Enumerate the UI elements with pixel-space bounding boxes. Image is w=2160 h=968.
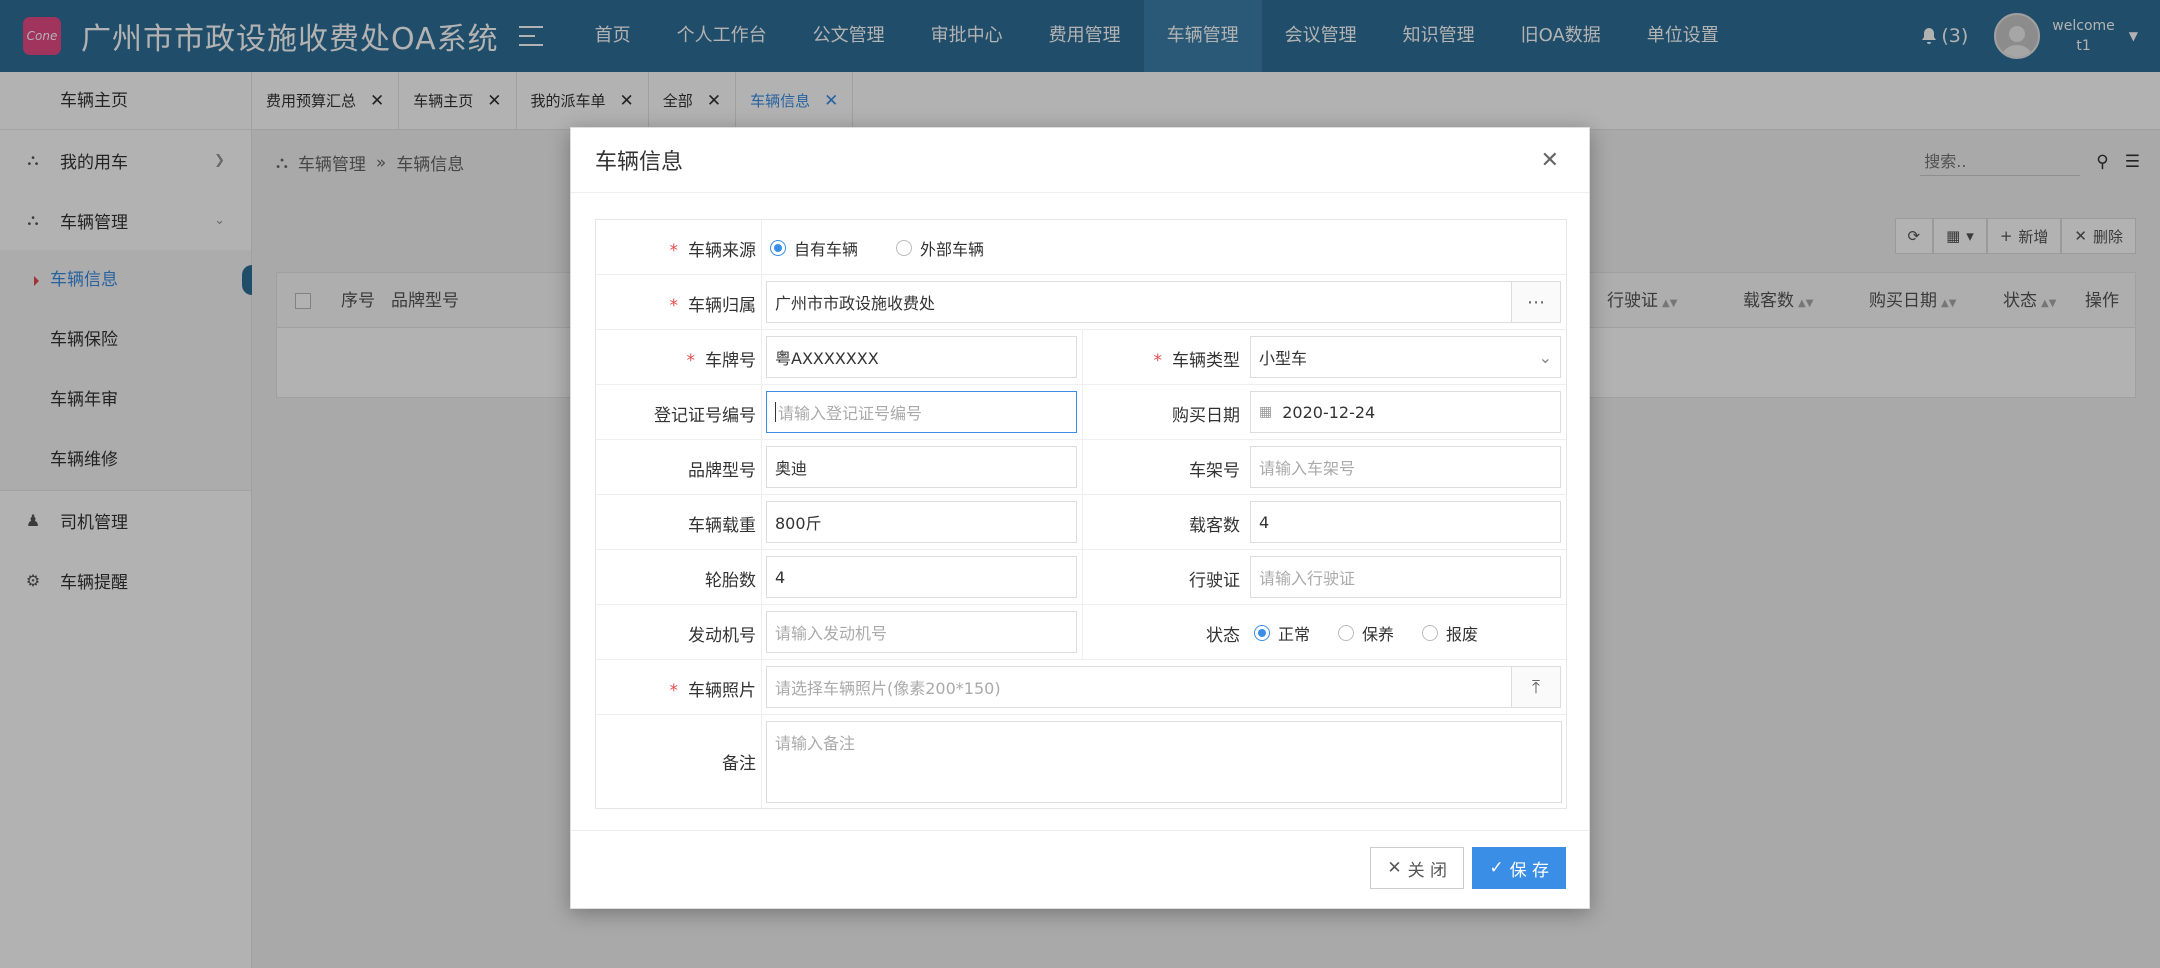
remark-textarea[interactable]: 请输入备注: [766, 721, 1562, 803]
radio-label: 报废: [1446, 625, 1479, 644]
dialog-footer: ✕ 关 闭 ✓ 保 存: [571, 830, 1589, 908]
form-row-source: * 车辆来源 自有车辆 外部车辆: [596, 220, 1566, 275]
radio-label: 正常: [1278, 625, 1311, 644]
source-external-radio[interactable]: 外部车辆: [896, 236, 984, 260]
reg-label: 登记证号编号: [654, 406, 756, 426]
photo-label: * 车辆照片: [669, 681, 757, 701]
source-own-radio[interactable]: 自有车辆: [770, 236, 858, 260]
vehicle-type-select[interactable]: 小型车 ⌄: [1250, 336, 1561, 378]
status-scrapped-radio[interactable]: 报废: [1422, 621, 1478, 645]
form-row-engine: 发动机号 请输入发动机号 状态 正常 保养 报废: [596, 605, 1566, 660]
radio-dot: [770, 240, 786, 256]
button-label: 保 存: [1509, 860, 1549, 881]
form-row-remark: 备注 请输入备注: [596, 715, 1566, 808]
frame-label: 车架号: [1189, 461, 1240, 481]
photo-field[interactable]: 请选择车辆照片(像素200*150): [766, 666, 1512, 708]
load-field[interactable]: 800斤: [766, 501, 1077, 543]
save-button[interactable]: ✓ 保 存: [1472, 847, 1566, 889]
button-label: 关 闭: [1407, 860, 1447, 881]
engine-label: 发动机号: [688, 626, 756, 646]
license-field[interactable]: 请输入行驶证: [1250, 556, 1561, 598]
owner-field[interactable]: 广州市市政设施收费处: [766, 281, 1512, 323]
radio-dot: [1422, 625, 1439, 641]
engine-field[interactable]: 请输入发动机号: [766, 611, 1077, 653]
frame-field[interactable]: 请输入车架号: [1250, 446, 1561, 488]
upload-icon[interactable]: ⤒: [1511, 666, 1561, 708]
radio-dot: [896, 240, 913, 256]
plate-label: * 车牌号: [686, 351, 757, 371]
close-button[interactable]: ✕ 关 闭: [1370, 847, 1464, 889]
plate-field[interactable]: 粤AXXXXXXX: [766, 336, 1077, 378]
seats-field[interactable]: 4: [1250, 501, 1561, 543]
brand-label: 品牌型号: [688, 461, 756, 481]
radio-label: 外部车辆: [920, 240, 985, 259]
vehicle-info-dialog: 车辆信息 ✕ * 车辆来源 自有车辆 外部车辆 * 车辆归属 广州市市政设施收费处 …: [570, 127, 1590, 909]
seats-label: 载客数: [1189, 516, 1240, 536]
form-row-plate: * 车牌号 粤AXXXXXXX * 车辆类型 小型车 ⌄: [596, 330, 1566, 385]
status-label: 状态: [1206, 626, 1240, 646]
type-label: * 车辆类型: [1153, 351, 1241, 371]
source-label: * 车辆来源: [669, 241, 757, 261]
check-icon: ✓: [1489, 858, 1504, 878]
radio-label: 自有车辆: [794, 240, 859, 259]
form-row-registration: 登记证号编号 请输入登记证号编号 购买日期 ▦ 2020-12-24: [596, 385, 1566, 440]
purchase-date-field[interactable]: ▦ 2020-12-24: [1250, 391, 1561, 433]
license-label: 行驶证: [1189, 571, 1240, 591]
form-row-photo: * 车辆照片 请选择车辆照片(像素200*150) ⤒: [596, 660, 1566, 715]
brand-field[interactable]: 奥迪: [766, 446, 1077, 488]
remark-label: 备注: [722, 754, 756, 774]
select-value: 小型车: [1259, 349, 1308, 368]
registration-field[interactable]: 请输入登记证号编号: [766, 391, 1077, 433]
owner-label: * 车辆归属: [669, 296, 757, 316]
status-normal-radio[interactable]: 正常: [1254, 621, 1310, 645]
status-maintenance-radio[interactable]: 保养: [1338, 621, 1394, 645]
more-icon[interactable]: ⋯: [1511, 281, 1561, 323]
source-radio-group: 自有车辆 外部车辆: [770, 236, 984, 260]
date-value: 2020-12-24: [1282, 402, 1376, 422]
tires-field[interactable]: 4: [766, 556, 1077, 598]
form-row-load: 车辆载重 800斤 载客数 4: [596, 495, 1566, 550]
placeholder-text: 请输入登记证号编号: [778, 404, 923, 423]
chevron-down-icon: ⌄: [1538, 347, 1552, 367]
close-icon[interactable]: ✕: [1541, 148, 1559, 173]
dialog-title: 车辆信息: [595, 150, 684, 175]
calendar-icon: ▦: [1259, 404, 1273, 420]
form-row-brand: 品牌型号 奥迪 车架号 请输入车架号: [596, 440, 1566, 495]
radio-label: 保养: [1362, 625, 1395, 644]
radio-dot: [1338, 625, 1355, 641]
load-label: 车辆载重: [688, 516, 756, 536]
radio-dot: [1254, 625, 1270, 641]
form-row-owner: * 车辆归属 广州市市政设施收费处 ⋯: [596, 275, 1566, 330]
vehicle-form: * 车辆来源 自有车辆 外部车辆 * 车辆归属 广州市市政设施收费处 ⋯ * 车牌号 …: [595, 219, 1567, 809]
dialog-header: 车辆信息 ✕: [571, 128, 1589, 193]
close-icon: ✕: [1387, 858, 1402, 878]
status-radio-group: 正常 保养 报废: [1254, 621, 1478, 645]
tires-label: 轮胎数: [705, 571, 756, 591]
purchase-label: 购买日期: [1172, 406, 1240, 426]
form-row-tires: 轮胎数 4 行驶证 请输入行驶证: [596, 550, 1566, 605]
